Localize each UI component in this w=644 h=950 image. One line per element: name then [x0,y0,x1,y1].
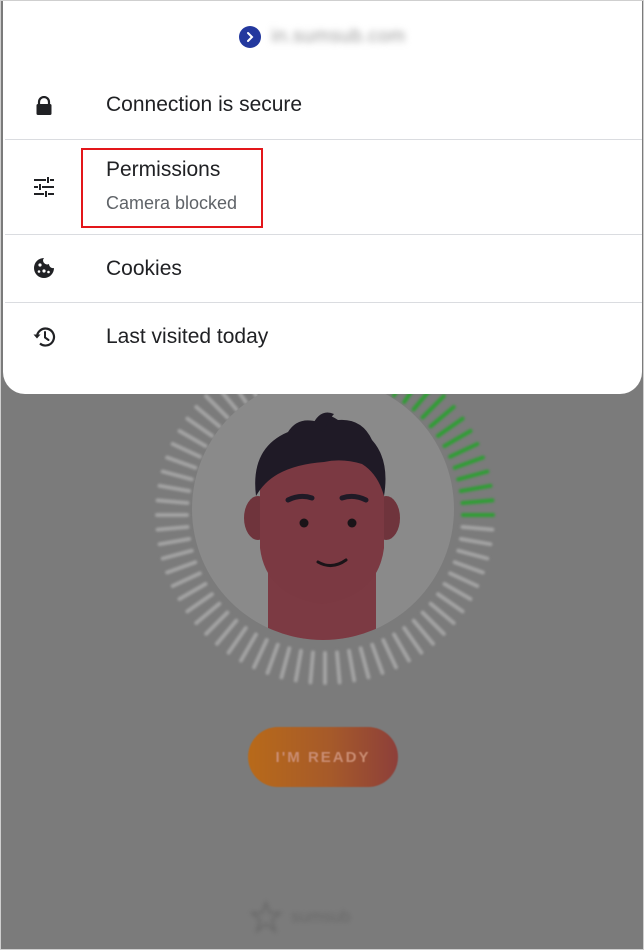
progress-tick [252,638,269,670]
progress-tick [452,455,485,470]
progress-tick [456,548,490,561]
progress-tick [442,429,473,448]
brand-name: sumsub [291,907,351,926]
progress-tick [155,498,190,505]
progress-tick [436,592,465,614]
progress-tick [170,442,202,459]
history-icon [32,325,56,349]
progress-tick [157,483,192,493]
cookies-row[interactable]: Cookies [3,235,642,302]
sumsub-logo-icon [249,900,283,934]
last-visited-row[interactable]: Last visited today [3,303,642,371]
progress-tick [239,632,258,663]
last-visited-label: Last visited today [106,325,269,348]
progress-tick [381,638,398,670]
progress-tick [177,582,208,601]
progress-tick [428,405,456,429]
progress-tick [165,455,198,470]
brand-footer: sumsub [249,897,399,937]
progress-tick [442,582,473,601]
progress-tick [265,642,280,675]
face-avatar-illustration [192,378,454,640]
progress-tick [170,571,202,588]
progress-tick [448,571,480,588]
lock-icon [32,94,56,118]
progress-tick [411,618,435,646]
progress-tick [436,416,465,438]
progress-tick [458,483,493,493]
progress-tick [185,592,214,614]
browser-screen: I'M READY sumsub in.sumsub.com Connectio… [0,0,644,950]
progress-tick [448,442,480,459]
progress-tick [204,610,230,636]
progress-tick [420,610,446,636]
tune-sliders-icon [32,175,56,199]
progress-tick [420,394,446,420]
progress-tick [157,537,192,547]
progress-tick [456,469,490,482]
cookies-label: Cookies [106,257,182,280]
progress-tick [165,560,198,575]
connection-secure-label: Connection is secure [106,93,303,116]
progress-tick [452,560,485,575]
progress-tick [185,416,214,438]
progress-tick [215,618,239,646]
progress-tick [204,394,230,420]
progress-tick [335,650,342,685]
progress-tick [160,548,194,561]
progress-tick [177,429,208,448]
site-favicon-icon [239,26,262,48]
progress-tick [460,525,495,532]
site-url: in.sumsub.com [271,26,406,47]
progress-tick [160,469,194,482]
progress-tick [370,642,385,675]
progress-tick [358,646,371,680]
popup-header: in.sumsub.com [3,1,642,73]
progress-tick [308,650,315,685]
progress-tick [194,601,222,625]
progress-tick [460,498,495,505]
im-ready-button[interactable]: I'M READY [248,727,398,787]
progress-tick [279,646,292,680]
site-info-popup: in.sumsub.com Connection is secure Permi… [3,1,642,394]
progress-tick [347,648,357,683]
progress-tick [293,648,303,683]
progress-tick [392,632,411,663]
progress-tick [402,626,424,655]
progress-tick [155,525,190,532]
cookie-icon [32,256,56,280]
permissions-highlight-box [81,148,263,228]
progress-tick [428,601,456,625]
connection-secure-row[interactable]: Connection is secure [3,73,642,139]
progress-tick [226,626,248,655]
progress-tick [194,405,222,429]
progress-tick [458,537,493,547]
